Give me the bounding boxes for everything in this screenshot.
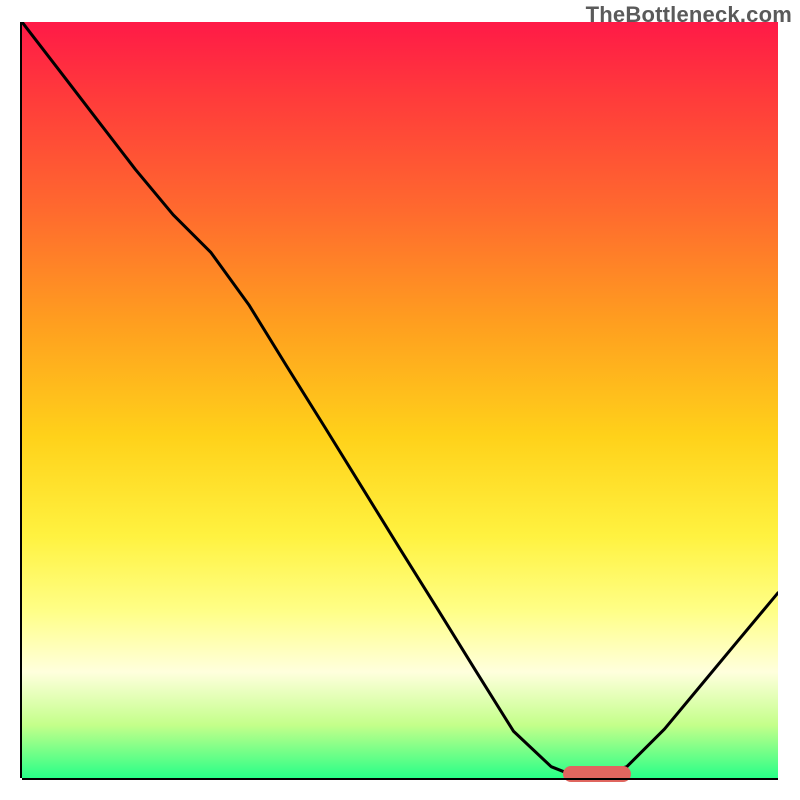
curve-path — [22, 22, 778, 776]
bottleneck-curve — [22, 22, 778, 778]
x-axis — [22, 778, 778, 780]
watermark-text: TheBottleneck.com — [586, 2, 792, 28]
y-axis — [20, 22, 22, 778]
bottleneck-chart: TheBottleneck.com — [0, 0, 800, 800]
